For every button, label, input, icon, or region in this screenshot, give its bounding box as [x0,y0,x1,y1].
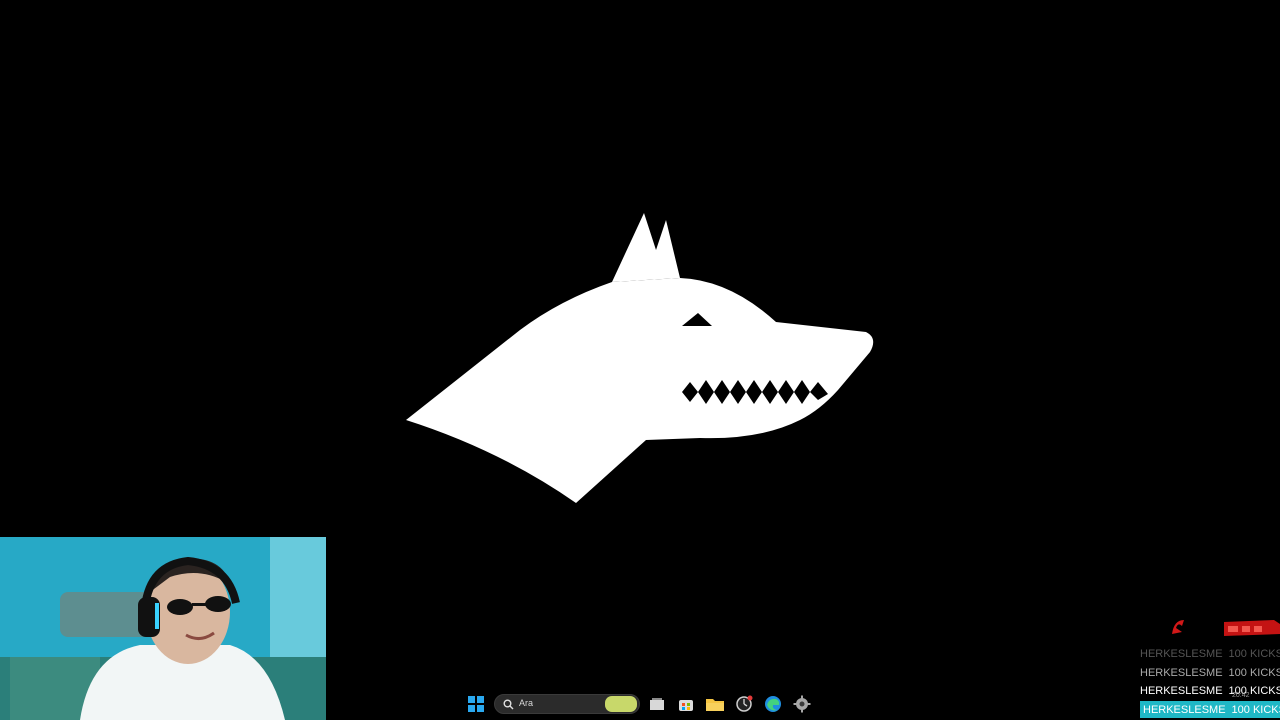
chat-message: HERKESLESME 100 KICKS [1140,682,1280,699]
settings-gear-icon[interactable] [792,694,812,714]
stream-brand-logo-icon [1172,620,1280,636]
chat-text: 100 KICKS [1231,703,1280,716]
chat-text: 100 KICKS [1228,647,1280,660]
task-view-icon[interactable] [647,694,667,714]
search-input[interactable]: Ara [519,698,533,708]
chat-text: 100 KICKS [1228,666,1280,679]
webcam-overlay [0,537,326,720]
chat-username: HERKESLESME [1140,684,1223,697]
search-highlight-icon[interactable] [605,696,637,712]
store-icon[interactable] [676,694,696,714]
edge-browser-icon[interactable] [763,694,783,714]
chat-message: HERKESLESME 100 KICKS [1140,645,1280,662]
file-explorer-icon[interactable] [705,694,725,714]
search-icon [503,699,514,710]
chat-username: HERKESLESME [1140,666,1223,679]
search-bar[interactable]: Ara [494,694,640,714]
windows-start-icon[interactable] [466,694,486,714]
clock-app-icon[interactable] [734,694,754,714]
system-clock[interactable]: 20:42 [1232,692,1250,699]
chat-username: HERKESLESME [1143,703,1226,716]
chat-message: HERKESLESME 100 KICKS [1140,664,1280,681]
chat-message-highlighted: HERKESLESME 100 KICKS [1140,701,1280,718]
chat-username: HERKESLESME [1140,647,1223,660]
taskbar: Ara [460,690,820,718]
